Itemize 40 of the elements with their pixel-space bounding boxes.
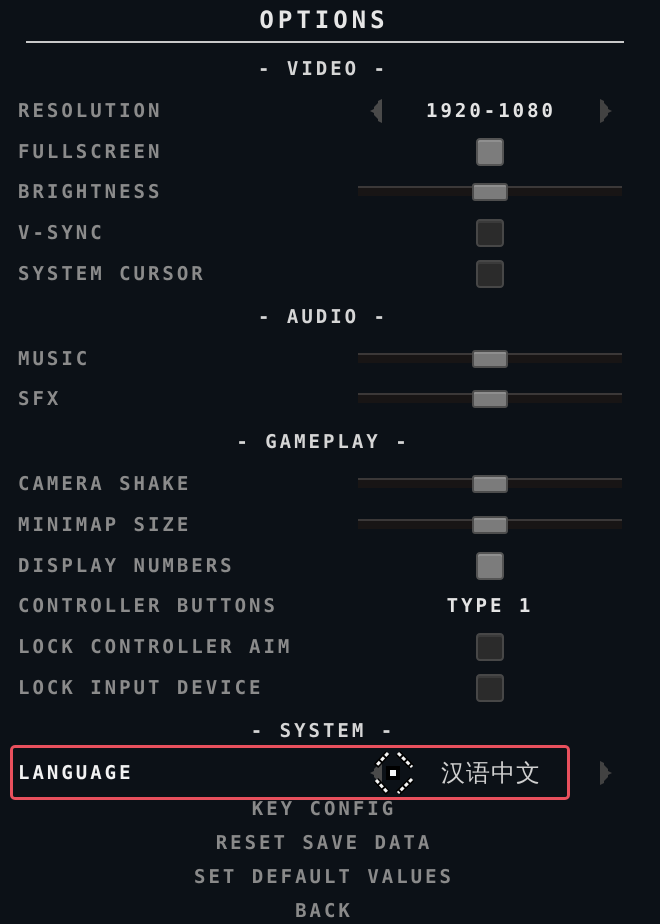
slider-track[interactable] [358, 183, 622, 202]
section-heading: - GAMEPLAY - [236, 430, 410, 456]
setting-label[interactable]: SYSTEM CURSOR [18, 262, 206, 286]
slider-thumb[interactable] [472, 390, 508, 408]
setting-label[interactable]: DISPLAY NUMBERS [18, 554, 235, 578]
menu-button[interactable]: BACK [295, 900, 353, 922]
checkbox[interactable] [476, 633, 504, 662]
setting-value: 汉语中文 [441, 758, 541, 788]
setting-label[interactable]: RESOLUTION [18, 98, 162, 123]
setting-label[interactable]: MINIMAP SIZE [18, 512, 192, 537]
slider-thumb[interactable] [472, 350, 508, 368]
options-title: OPTIONS [259, 6, 389, 34]
menu-button[interactable]: SET DEFAULT VALUES [194, 866, 454, 888]
setting-label[interactable]: LANGUAGE [18, 760, 134, 785]
checkbox[interactable] [476, 552, 504, 580]
setting-value: 1920-1080 [426, 98, 556, 124]
setting-label[interactable]: LOCK CONTROLLER AIM [18, 635, 292, 660]
setting-label[interactable]: FULLSCREEN [18, 140, 162, 164]
section-heading: - AUDIO - [258, 304, 388, 330]
setting-label[interactable]: MUSIC [18, 346, 90, 371]
slider-track[interactable] [358, 475, 622, 494]
slider-thumb[interactable] [472, 516, 508, 534]
setting-label[interactable]: CAMERA SHAKE [18, 472, 192, 496]
section-heading: - VIDEO - [258, 57, 388, 82]
setting-label[interactable]: V-SYNC [18, 221, 105, 246]
menu-button[interactable]: KEY CONFIG [252, 798, 396, 820]
slider-thumb[interactable] [472, 183, 508, 202]
setting-label[interactable]: SFX [18, 387, 62, 412]
slider-thumb[interactable] [472, 475, 508, 494]
section-heading: - SYSTEM - [250, 718, 396, 744]
checkbox[interactable] [476, 219, 504, 248]
setting-label[interactable]: CONTROLLER BUTTONS [18, 594, 278, 618]
checkbox[interactable] [476, 138, 504, 166]
slider-track[interactable] [358, 390, 622, 408]
menu-button[interactable]: RESET SAVE DATA [216, 832, 432, 854]
checkbox[interactable] [476, 674, 504, 702]
setting-label[interactable]: BRIGHTNESS [18, 180, 162, 204]
setting-value: TYPE 1 [446, 594, 534, 620]
setting-label[interactable]: LOCK INPUT DEVICE [18, 676, 264, 700]
checkbox[interactable] [476, 260, 504, 288]
